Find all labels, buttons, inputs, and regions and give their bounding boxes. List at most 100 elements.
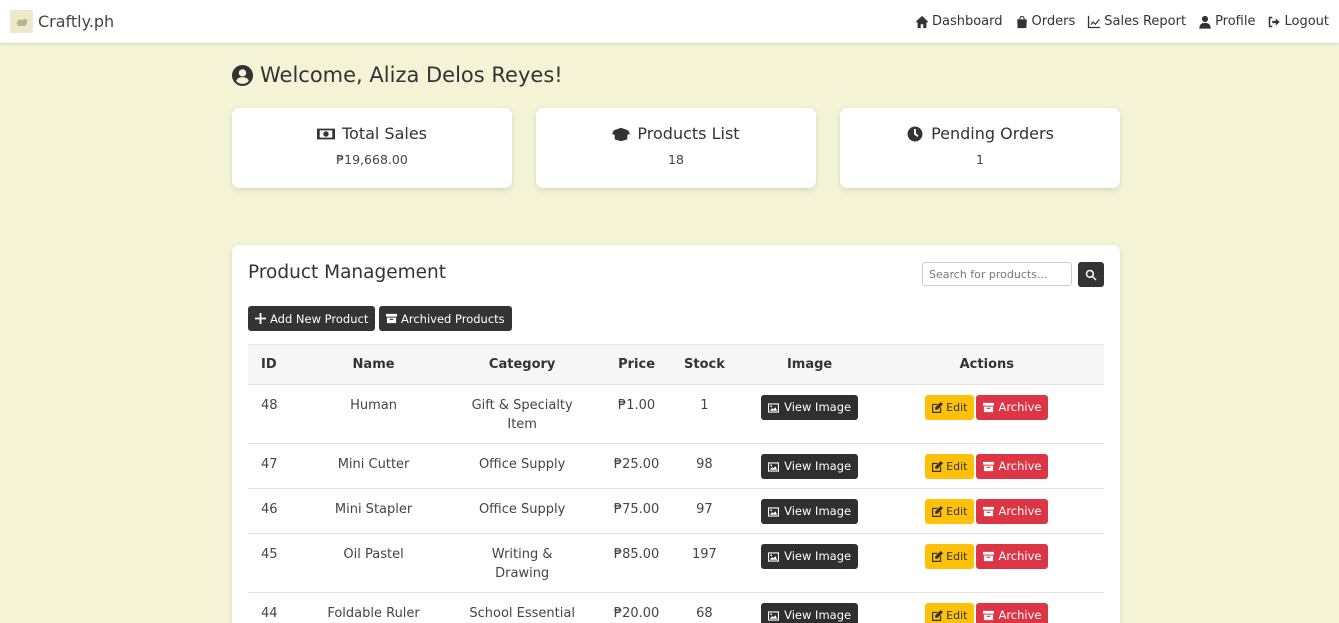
product-category: Office Supply xyxy=(430,443,614,489)
home-icon xyxy=(915,15,929,28)
actions-cell: Edit Archive xyxy=(869,592,1104,623)
pending-orders-title: Pending Orders xyxy=(931,124,1054,143)
table-row: 47 Mini Cutter Office Supply ₱25.00 98 V… xyxy=(248,443,1104,489)
nav-profile-label: Profile xyxy=(1215,14,1256,29)
column-header-id[interactable]: ID xyxy=(248,344,317,385)
edit-button[interactable]: Edit xyxy=(925,544,975,569)
product-price: ₱20.00 xyxy=(613,592,660,623)
product-name: Foldable Ruler xyxy=(316,592,431,623)
product-id: 48 xyxy=(248,384,317,444)
pending-orders-card: Pending Orders 1 xyxy=(840,108,1120,188)
column-header-actions[interactable]: Actions xyxy=(869,344,1104,385)
column-header-price[interactable]: Price xyxy=(613,344,660,385)
archive-button[interactable]: Archive xyxy=(976,544,1049,569)
top-navbar: Craftly.ph Dashboard Orders Sales Report… xyxy=(0,0,1339,43)
product-id: 46 xyxy=(248,488,317,534)
table-row: 44 Foldable Ruler School Essential ₱20.0… xyxy=(248,592,1104,623)
product-price: ₱1.00 xyxy=(613,384,660,444)
product-search-input[interactable] xyxy=(922,262,1072,286)
nav-orders[interactable]: Orders xyxy=(1015,14,1075,29)
product-category: Writing & Drawing xyxy=(430,533,614,593)
archive-button[interactable]: Archive xyxy=(976,454,1049,479)
image-cell: View Image xyxy=(749,592,870,623)
view-image-button[interactable]: View Image xyxy=(761,499,859,524)
archived-products-label: Archived Products xyxy=(401,311,505,326)
clock-icon xyxy=(907,126,923,141)
product-management-title: Product Management xyxy=(248,262,446,283)
archive-label: Archive xyxy=(998,459,1042,473)
view-image-button[interactable]: View Image xyxy=(761,395,859,420)
archive-icon xyxy=(983,506,995,517)
archive-box-icon xyxy=(386,313,397,324)
product-stock: 98 xyxy=(659,443,750,489)
view-image-label: View Image xyxy=(784,549,852,563)
view-image-label: View Image xyxy=(784,400,852,414)
column-header-category[interactable]: Category xyxy=(430,344,614,385)
image-icon xyxy=(768,506,780,517)
nav-dashboard-label: Dashboard xyxy=(931,14,1003,29)
archive-button[interactable]: Archive xyxy=(976,499,1049,524)
archive-label: Archive xyxy=(998,608,1042,622)
archive-button[interactable]: Archive xyxy=(976,603,1049,623)
image-icon xyxy=(768,610,780,621)
nav-sales-report[interactable]: Sales Report xyxy=(1087,14,1186,29)
nav-logout[interactable]: Logout xyxy=(1267,14,1329,29)
brand-logo-icon xyxy=(10,10,33,33)
product-name: Oil Pastel xyxy=(316,533,431,593)
nav-links: Dashboard Orders Sales Report Profile Lo… xyxy=(915,14,1329,29)
actions-cell: Edit Archive xyxy=(869,533,1104,593)
archive-label: Archive xyxy=(998,400,1042,414)
products-table: ID Name Category Price Stock Image Actio… xyxy=(248,344,1104,623)
view-image-button[interactable]: View Image xyxy=(761,454,859,479)
product-stock: 68 xyxy=(659,592,750,623)
image-cell: View Image xyxy=(749,488,870,534)
edit-button[interactable]: Edit xyxy=(925,499,975,524)
actions-cell: Edit Archive xyxy=(869,384,1104,444)
view-image-button[interactable]: View Image xyxy=(761,544,859,569)
column-header-name[interactable]: Name xyxy=(316,344,431,385)
brand-name[interactable]: Craftly.ph xyxy=(38,12,114,31)
product-price: ₱75.00 xyxy=(613,488,660,534)
dashboard-main: Welcome, Aliza Delos Reyes! Total Sales … xyxy=(232,58,1120,188)
column-header-stock[interactable]: Stock xyxy=(659,344,750,385)
edit-button[interactable]: Edit xyxy=(925,603,975,623)
view-image-button[interactable]: View Image xyxy=(761,603,859,623)
view-image-label: View Image xyxy=(784,504,852,518)
search-button[interactable] xyxy=(1078,262,1104,287)
nav-sales-report-label: Sales Report xyxy=(1104,14,1187,29)
table-row: 45 Oil Pastel Writing & Drawing ₱85.00 1… xyxy=(248,533,1104,593)
brand[interactable]: Craftly.ph xyxy=(10,10,114,33)
total-sales-value: ₱19,668.00 xyxy=(336,152,408,167)
product-management-panel: Product Management Add New Product Archi… xyxy=(232,245,1120,623)
actions-cell: Edit Archive xyxy=(869,443,1104,489)
edit-button[interactable]: Edit xyxy=(925,454,975,479)
product-category: Office Supply xyxy=(430,488,614,534)
add-new-product-button[interactable]: Add New Product xyxy=(248,306,376,331)
welcome-text: Welcome, Aliza Delos Reyes! xyxy=(260,63,563,87)
product-stock: 1 xyxy=(659,384,750,444)
archive-button[interactable]: Archive xyxy=(976,395,1049,420)
edit-icon xyxy=(932,402,944,413)
total-sales-title: Total Sales xyxy=(341,124,428,143)
column-header-image[interactable]: Image xyxy=(749,344,870,385)
user-circle-icon xyxy=(232,64,253,86)
edit-icon xyxy=(932,461,944,472)
nav-profile[interactable]: Profile xyxy=(1198,14,1255,29)
line-chart-icon xyxy=(1088,15,1101,28)
pending-orders-value: 1 xyxy=(976,152,984,167)
image-cell: View Image xyxy=(749,443,870,489)
archive-icon xyxy=(983,461,995,472)
archive-icon xyxy=(983,610,995,621)
product-category-text: Gift & Specialty Item xyxy=(471,398,573,432)
archive-label: Archive xyxy=(998,504,1042,518)
edit-button[interactable]: Edit xyxy=(925,395,975,420)
image-icon xyxy=(768,461,780,472)
product-id: 45 xyxy=(248,533,317,593)
logout-icon xyxy=(1269,16,1281,27)
product-price: ₱25.00 xyxy=(613,443,660,489)
archived-products-button[interactable]: Archived Products xyxy=(379,306,512,331)
welcome-heading: Welcome, Aliza Delos Reyes! xyxy=(232,58,1120,92)
product-stock: 97 xyxy=(659,488,750,534)
nav-dashboard[interactable]: Dashboard xyxy=(915,14,1003,29)
table-row: 46 Mini Stapler Office Supply ₱75.00 97 … xyxy=(248,488,1104,534)
